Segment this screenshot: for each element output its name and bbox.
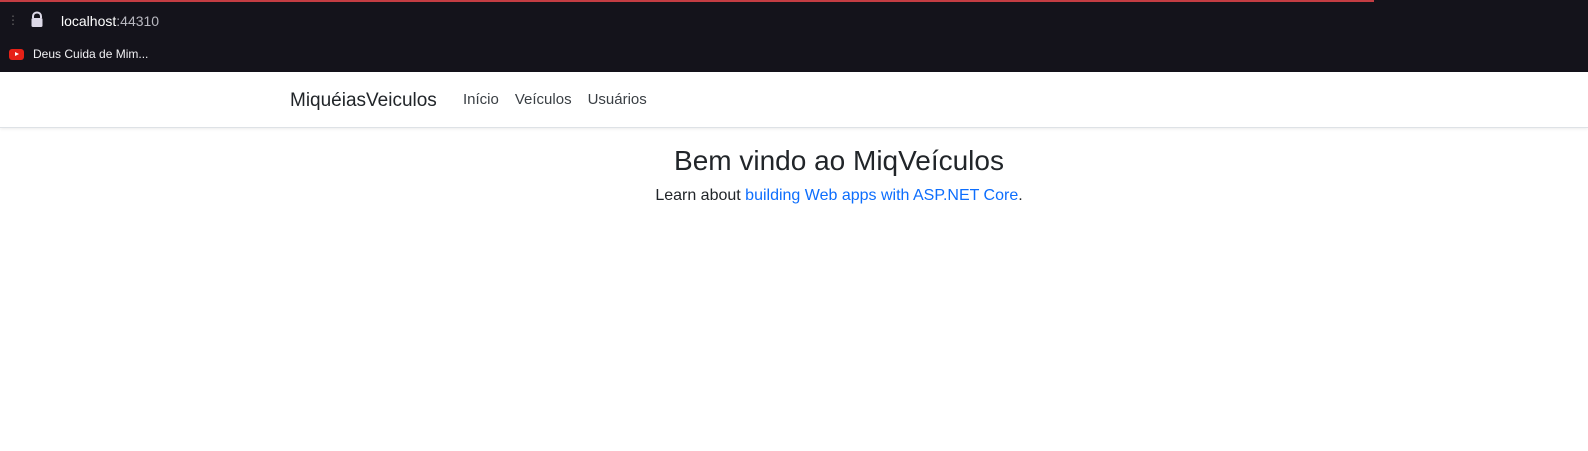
nav-link-veiculos[interactable]: Veículos [515, 90, 572, 112]
bookmarks-bar: Deus Cuida de Mim... [0, 38, 1588, 70]
aspnet-core-link[interactable]: building Web apps with ASP.NET Core [745, 187, 1018, 204]
welcome-text: Learn about building Web apps with ASP.N… [90, 185, 1588, 206]
bookmark-item[interactable]: Deus Cuida de Mim... [9, 45, 148, 63]
lock-icon[interactable] [29, 10, 45, 30]
site-navbar: MiquéiasVeiculos Início Veículos Usuário… [0, 72, 1588, 128]
url-port: :44310 [116, 13, 160, 29]
brand-link[interactable]: MiquéiasVeiculos [290, 89, 437, 112]
youtube-icon [9, 48, 24, 60]
web-page: MiquéiasVeiculos Início Veículos Usuário… [0, 72, 1588, 451]
nav-links: Início Veículos Usuários [463, 90, 647, 112]
nav-link-inicio[interactable]: Início [463, 90, 499, 112]
kebab-menu-icon[interactable]: ⋮ [7, 12, 19, 28]
address-bar[interactable]: ⋮ localhost:44310 [0, 2, 1588, 38]
welcome-section: Bem vindo ao MiqVeículos Learn about bui… [0, 144, 1588, 206]
nav-link-usuarios[interactable]: Usuários [588, 90, 647, 112]
welcome-text-prefix: Learn about [655, 187, 746, 204]
bookmark-label: Deus Cuida de Mim... [33, 47, 149, 61]
browser-chrome: ⋮ localhost:44310 Deus Cuida de Mim... [0, 0, 1588, 72]
welcome-text-suffix: . [1018, 187, 1023, 204]
address-url[interactable]: localhost:44310 [61, 12, 159, 30]
welcome-title: Bem vindo ao MiqVeículos [674, 145, 1004, 176]
url-host: localhost [61, 13, 117, 29]
